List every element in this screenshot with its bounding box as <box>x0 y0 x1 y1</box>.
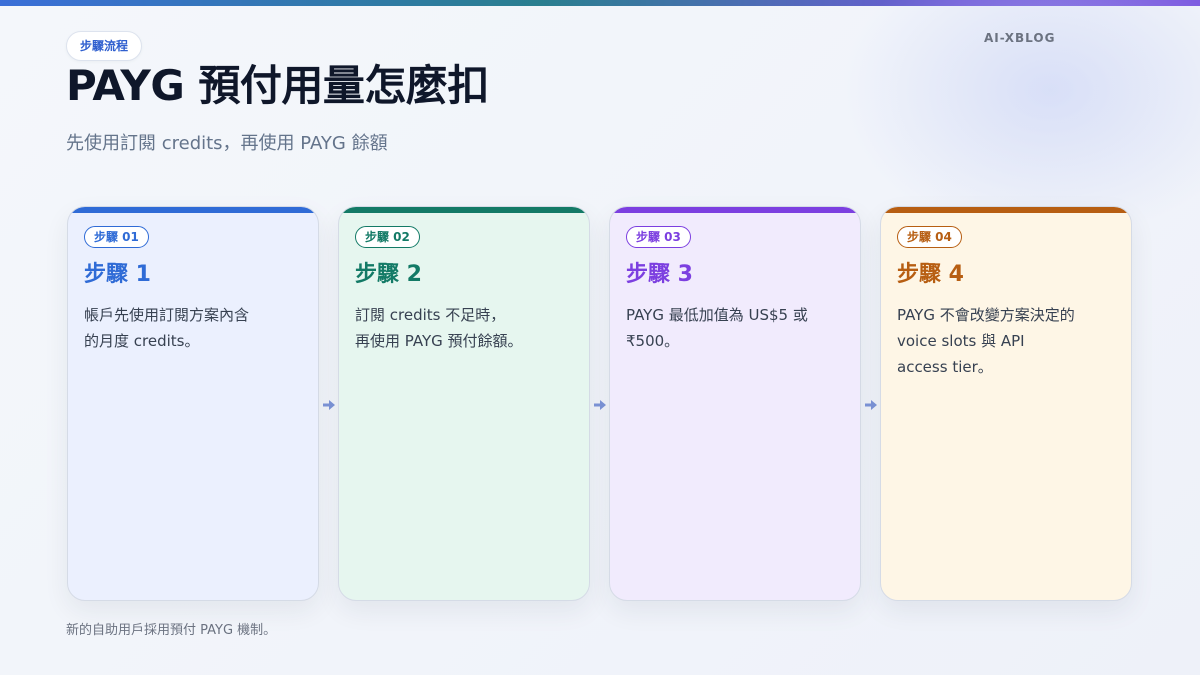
step-description: PAYG 不會改變方案決定的 voice slots 與 API access … <box>897 306 1075 376</box>
arrow-right-icon <box>594 400 606 410</box>
step-badge: 步驟 04 <box>897 226 962 248</box>
step-badge: 步驟 03 <box>626 226 691 248</box>
step-description: PAYG 最低加值為 US$5 或 ₹500。 <box>626 306 808 350</box>
page-subtitle: 先使用訂閱 credits，再使用 PAYG 餘額 <box>66 133 388 154</box>
step-title: 步驟 3 <box>626 262 693 287</box>
arrow-right-icon <box>865 400 877 410</box>
step-badge: 步驟 02 <box>355 226 420 248</box>
step-description: 訂閱 credits 不足時， 再使用 PAYG 預付餘額。 <box>355 306 523 350</box>
step-badge: 步驟 01 <box>84 226 149 248</box>
card-accent-bar <box>610 207 860 213</box>
step-card-2: 步驟 02 步驟 2 訂閱 credits 不足時， 再使用 PAYG 預付餘額… <box>338 206 590 601</box>
step-description: 帳戶先使用訂閱方案內含 的月度 credits。 <box>84 306 250 350</box>
step-title: 步驟 1 <box>84 262 151 287</box>
step-card-3: 步驟 03 步驟 3 PAYG 最低加值為 US$5 或 ₹500。 <box>609 206 861 601</box>
arrow-right-icon <box>323 400 335 410</box>
step-card-4: 步驟 04 步驟 4 PAYG 不會改變方案決定的 voice slots 與 … <box>880 206 1132 601</box>
brand-label: AI-XBLOG <box>984 31 1056 45</box>
card-accent-bar <box>339 207 589 213</box>
step-title: 步驟 2 <box>355 262 422 287</box>
card-accent-bar <box>881 207 1131 213</box>
card-accent-bar <box>68 207 318 213</box>
page-title: PAYG 預付用量怎麼扣 <box>66 61 489 110</box>
footnote: 新的自助用戶採用預付 PAYG 機制。 <box>66 623 277 638</box>
step-card-1: 步驟 01 步驟 1 帳戶先使用訂閱方案內含 的月度 credits。 <box>67 206 319 601</box>
step-title: 步驟 4 <box>897 262 964 287</box>
